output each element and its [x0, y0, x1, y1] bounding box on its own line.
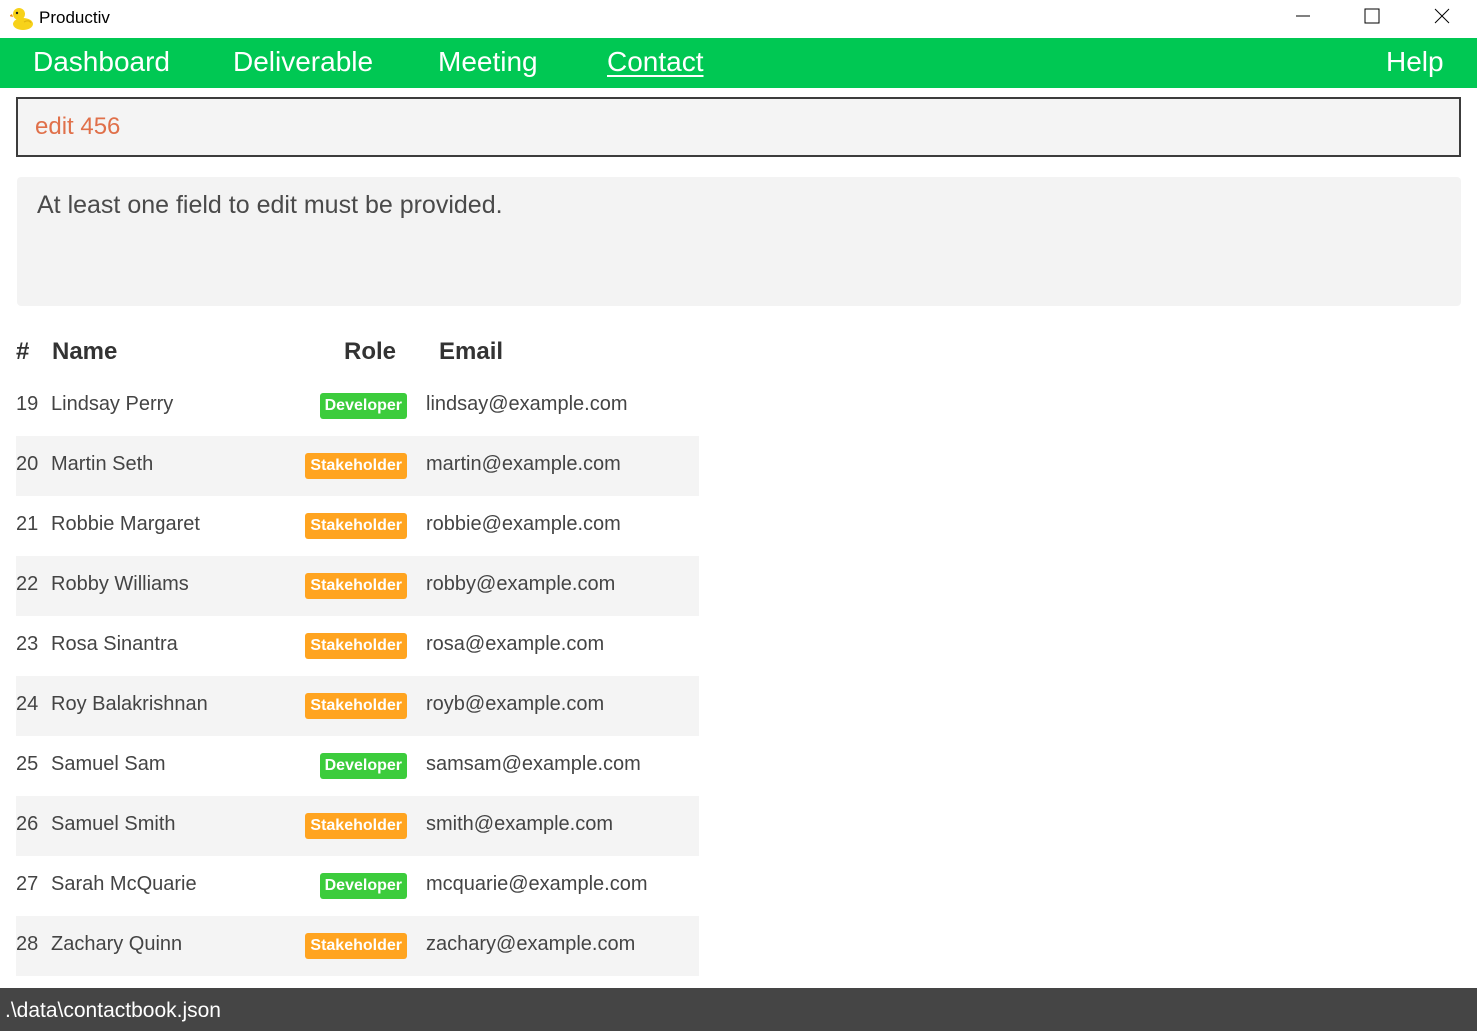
menu-bar: Dashboard Deliverable Meeting Contact He…	[0, 38, 1477, 88]
contact-list: # Name Role Email 19 Lindsay Perry Develop…	[16, 330, 699, 976]
contact-email: lindsay@example.com	[426, 393, 628, 415]
contact-name: Samuel Sam	[51, 753, 166, 775]
minimize-icon	[1296, 15, 1310, 17]
duck-icon	[10, 8, 33, 30]
result-display: At least one field to edit must be provi…	[17, 177, 1461, 306]
contact-index: 25	[16, 753, 39, 775]
role-cell: Stakeholder	[305, 693, 407, 719]
contact-email: martin@example.com	[426, 453, 621, 475]
contact-name: Zachary Quinn	[51, 933, 183, 955]
window-title: Productiv	[39, 8, 110, 27]
table-row[interactable]: 26 Samuel Smith Stakeholder smith@example.c…	[16, 796, 699, 856]
table-body: 19 Lindsay Perry Developer lindsay@example.…	[16, 376, 699, 976]
role-cell: Stakeholder	[305, 813, 407, 839]
role-badge: Stakeholder	[305, 693, 407, 719]
table-row[interactable]: 27 Sarah McQuarie Developer mcquarie@exampl…	[16, 856, 699, 916]
contact-email: zachary@example.com	[426, 933, 636, 955]
header-role: Role	[344, 338, 397, 365]
contact-index: 21	[16, 513, 39, 535]
menu-meeting[interactable]: Meeting	[438, 46, 538, 78]
table-row[interactable]: 25 Samuel Sam Developer samsam@example.com	[16, 736, 699, 796]
role-badge: Developer	[319, 753, 407, 779]
contact-name: Roy Balakrishnan	[51, 693, 208, 715]
role-badge: Developer	[319, 873, 407, 899]
table-row[interactable]: 24 Roy Balakrishnan Stakeholder royb@exampl…	[16, 676, 699, 736]
header-email: Email	[439, 338, 504, 365]
role-cell: Stakeholder	[305, 633, 407, 659]
contact-index: 20	[16, 453, 39, 475]
contact-index: 24	[16, 693, 39, 715]
contact-index: 28	[16, 933, 39, 955]
role-cell: Developer	[319, 873, 407, 899]
table-header: # Name Role Email	[16, 330, 699, 376]
title-bar: Productiv	[0, 0, 1477, 38]
contact-index: 19	[16, 393, 39, 415]
role-cell: Developer	[319, 393, 407, 419]
contact-email: robbie@example.com	[426, 513, 621, 535]
contact-name: Lindsay Perry	[51, 393, 174, 415]
role-badge: Stakeholder	[305, 633, 407, 659]
maximize-icon	[1364, 8, 1380, 24]
menu-dashboard[interactable]: Dashboard	[33, 46, 170, 78]
contact-name: Sarah McQuarie	[51, 873, 197, 895]
table-row[interactable]: 19 Lindsay Perry Developer lindsay@example.…	[16, 376, 699, 436]
file-path: .\data\contactbook.json	[5, 999, 221, 1022]
role-badge: Stakeholder	[305, 453, 407, 479]
role-cell: Stakeholder	[305, 453, 407, 479]
minimize-button[interactable]	[1268, 0, 1338, 32]
role-badge: Stakeholder	[305, 513, 407, 539]
contact-index: 22	[16, 573, 39, 595]
contact-email: samsam@example.com	[426, 753, 641, 775]
maximize-button[interactable]	[1337, 0, 1407, 32]
close-button[interactable]	[1407, 0, 1477, 32]
table-row[interactable]: 23 Rosa Sinantra Stakeholder rosa@example.c…	[16, 616, 699, 676]
command-input[interactable]	[35, 99, 1435, 155]
header-name: Name	[52, 338, 118, 365]
table-row[interactable]: 28 Zachary Quinn Stakeholder zachary@exampl…	[16, 916, 699, 976]
contact-name: Robbie Margaret	[51, 513, 200, 535]
role-cell: Developer	[319, 753, 407, 779]
menu-contact[interactable]: Contact	[607, 46, 704, 78]
role-badge: Stakeholder	[305, 933, 407, 959]
role-badge: Developer	[319, 393, 407, 419]
contact-email: rosa@example.com	[426, 633, 605, 655]
role-cell: Stakeholder	[305, 513, 407, 539]
contact-index: 23	[16, 633, 39, 655]
menu-deliverable[interactable]: Deliverable	[233, 46, 373, 78]
header-index: #	[16, 338, 30, 365]
close-icon	[1434, 8, 1450, 24]
table-row[interactable]: 21 Robbie Margaret Stakeholder robbie@examp…	[16, 496, 699, 556]
command-box	[16, 97, 1461, 157]
table-row[interactable]: 22 Robby Williams Stakeholder robby@example…	[16, 556, 699, 616]
contact-index: 26	[16, 813, 39, 835]
role-badge: Stakeholder	[305, 813, 407, 839]
contact-email: mcquarie@example.com	[426, 873, 648, 895]
contact-email: royb@example.com	[426, 693, 605, 715]
contact-name: Martin Seth	[51, 453, 154, 475]
menu-help[interactable]: Help	[1386, 46, 1444, 78]
result-message: At least one field to edit must be provi…	[37, 191, 503, 219]
role-cell: Stakeholder	[305, 933, 407, 959]
role-badge: Stakeholder	[305, 573, 407, 599]
contact-email: robby@example.com	[426, 573, 616, 595]
contact-name: Samuel Smith	[51, 813, 176, 835]
role-cell: Stakeholder	[305, 573, 407, 599]
contact-email: smith@example.com	[426, 813, 614, 835]
contact-index: 27	[16, 873, 39, 895]
contact-name: Rosa Sinantra	[51, 633, 178, 655]
table-row[interactable]: 20 Martin Seth Stakeholder martin@example.c…	[16, 436, 699, 496]
status-bar: .\data\contactbook.json	[0, 988, 1477, 1031]
contact-name: Robby Williams	[51, 573, 189, 595]
